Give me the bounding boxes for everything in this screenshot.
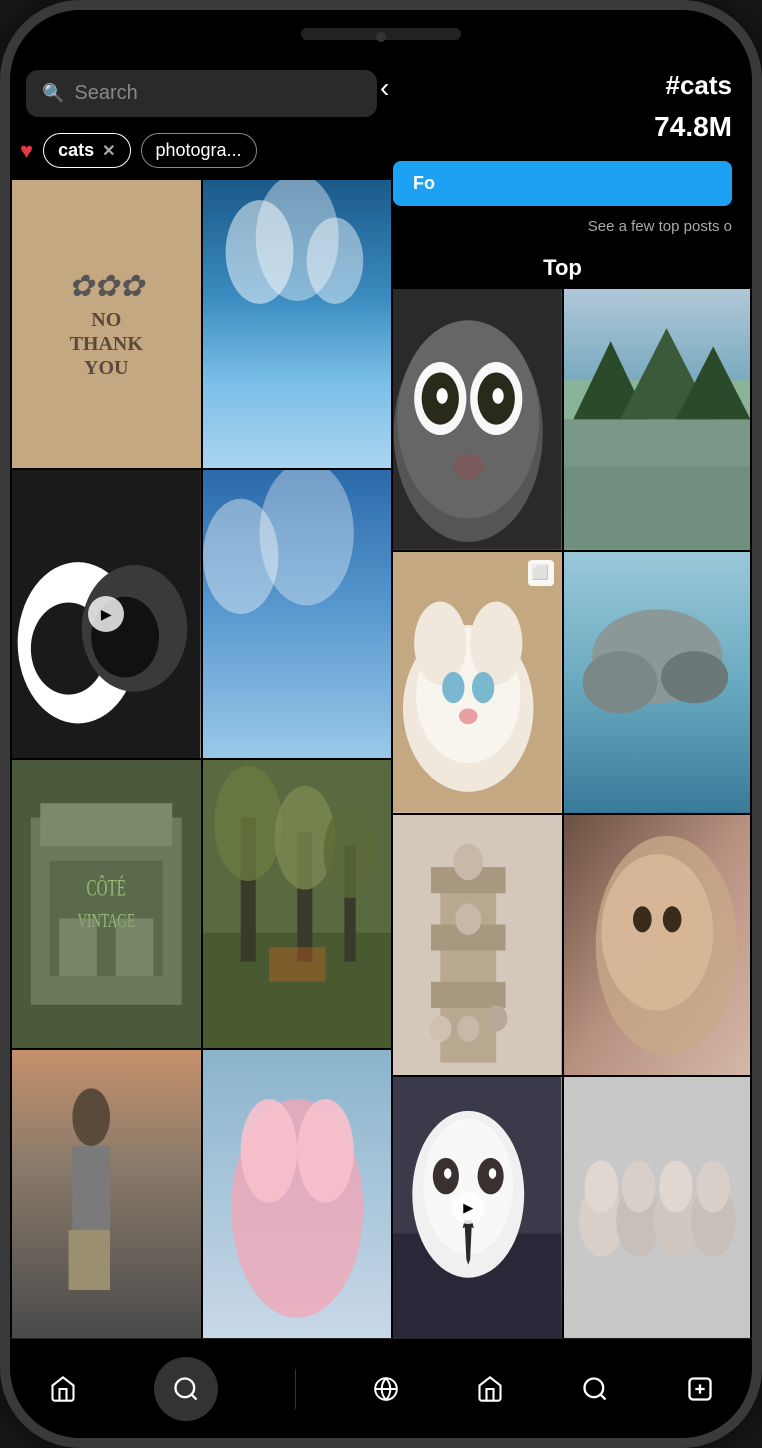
phone-frame: 🔍 Search ♥ cats ✕ photogra...	[0, 0, 762, 1448]
nav-home-left[interactable]	[49, 1375, 77, 1403]
nav-separator	[295, 1369, 296, 1409]
nav-home-right[interactable]	[476, 1375, 504, 1403]
grid-cell-cat-tie[interactable]: ▶	[375, 1077, 562, 1338]
app-screen: 🔍 Search ♥ cats ✕ photogra...	[10, 10, 752, 1438]
search-results-grid-left: ✿✿✿ NOTHANKYOU	[10, 180, 393, 1338]
left-search-panel: 🔍 Search ♥ cats ✕ photogra...	[10, 10, 393, 1338]
grid-cell-cat-stare[interactable]	[375, 289, 562, 550]
front-camera	[376, 32, 386, 42]
no-thank-text: NOTHANKYOU	[70, 308, 143, 380]
volume-up-button[interactable]	[0, 230, 4, 290]
phone-screen: 🔍 Search ♥ cats ✕ photogra...	[10, 10, 752, 1438]
stats-row: 74.8M	[373, 111, 752, 153]
grid-cell-stone-water[interactable]	[564, 552, 751, 813]
hashtag-header: #cats	[373, 10, 752, 111]
top-label: Top	[373, 245, 752, 289]
flowers-deco: ✿✿✿	[69, 269, 144, 304]
follow-button[interactable]: Fo	[393, 161, 732, 206]
hashtag-top-grid: ⬜	[373, 289, 752, 1338]
grid-cell-pink[interactable]	[203, 1050, 392, 1338]
cats-tag[interactable]: cats ✕	[43, 133, 130, 168]
grid-cell-landscape[interactable]	[564, 289, 751, 550]
grid-cell-white-kitten[interactable]: ⬜	[375, 552, 562, 813]
nav-search-active[interactable]	[154, 1357, 218, 1421]
hashtag-title: #cats	[666, 70, 733, 101]
grid-cell-kittens-tower[interactable]	[375, 815, 562, 1076]
tags-row: ♥ cats ✕ photogra...	[10, 129, 393, 180]
hashtag-panel: #cats 74.8M Fo See a few top posts o Top	[373, 10, 752, 1338]
svg-text:CÔTÉ: CÔTÉ	[87, 875, 126, 901]
grid-cell-sky[interactable]	[203, 180, 392, 468]
grid-cell-illustration[interactable]: ✿✿✿ NOTHANKYOU	[12, 180, 201, 468]
cats-tag-label: cats	[58, 140, 94, 161]
grid-cell-kittens-row[interactable]	[564, 1077, 751, 1338]
play-video-icon[interactable]: ▶	[452, 1192, 484, 1224]
grid-cell-cat-video[interactable]: ▶	[12, 470, 201, 758]
grid-cell-autumn[interactable]	[203, 760, 392, 1048]
nav-reels[interactable]	[373, 1376, 399, 1402]
heart-icon: ♥	[20, 138, 33, 164]
post-count: 74.8M	[654, 111, 732, 142]
search-bar[interactable]: 🔍 Search	[26, 70, 377, 117]
volume-down-button[interactable]	[0, 310, 4, 370]
bottom-navigation	[10, 1338, 752, 1438]
photography-tag[interactable]: photogra...	[141, 133, 257, 168]
save-icon[interactable]: ⬜	[528, 560, 554, 586]
nav-search-right[interactable]	[581, 1375, 609, 1403]
search-placeholder: Search	[74, 82, 137, 105]
nav-add[interactable]	[686, 1375, 714, 1403]
power-button[interactable]	[758, 270, 762, 360]
grid-cell-fluffy-cat[interactable]	[564, 815, 751, 1076]
remove-cats-tag-icon[interactable]: ✕	[102, 141, 115, 161]
search-icon: 🔍	[42, 83, 64, 104]
see-top-posts-text: See a few top posts o	[373, 214, 752, 245]
grid-cell-person[interactable]	[12, 1050, 201, 1338]
grid-cell-shop[interactable]: CÔTÉ VINTAGE	[12, 760, 201, 1048]
grid-cell-sky2[interactable]	[203, 470, 392, 758]
back-button[interactable]: ‹	[380, 72, 389, 104]
photography-tag-label: photogra...	[156, 140, 242, 160]
play-button-icon[interactable]: ▶	[88, 596, 124, 632]
